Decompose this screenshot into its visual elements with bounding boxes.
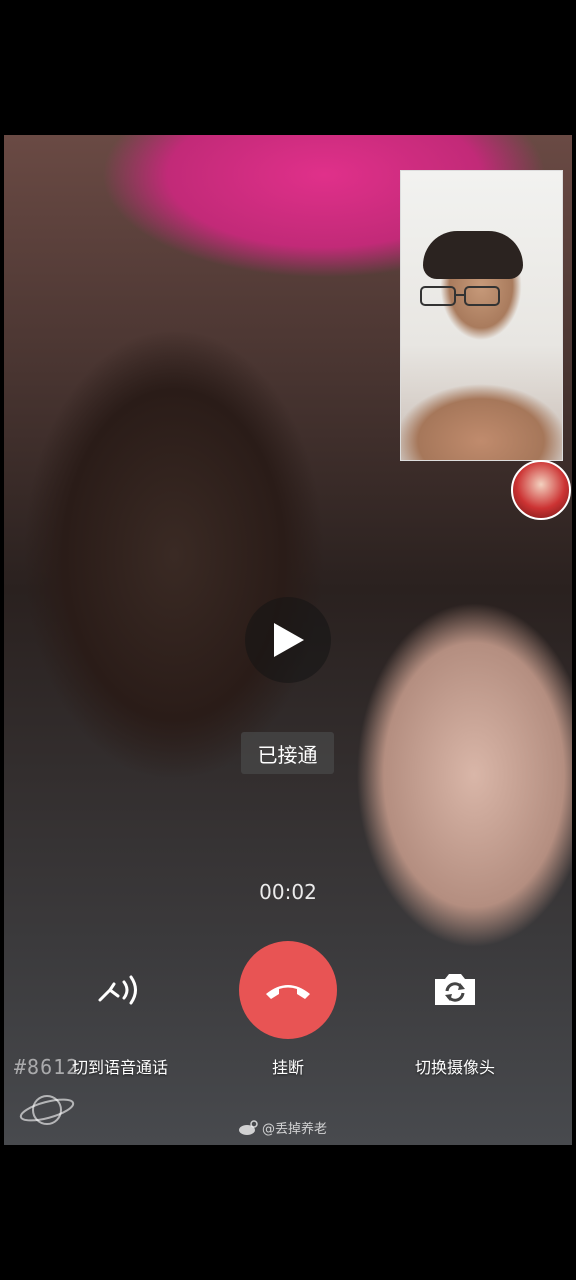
switch-camera-button[interactable]: 切换摄像头 bbox=[365, 940, 545, 1078]
self-preview-hair bbox=[423, 231, 523, 279]
weibo-watermark: @丢掉养老 bbox=[238, 1118, 327, 1137]
self-preview-glasses bbox=[420, 286, 500, 306]
hangup-label: 挂断 bbox=[271, 1058, 304, 1077]
voice-wave-icon bbox=[98, 975, 137, 1005]
camera-switch-icon bbox=[435, 974, 475, 1005]
switch-camera-label: 切换摄像头 bbox=[414, 1058, 495, 1077]
call-status-toast: 已接通 bbox=[241, 732, 334, 774]
hangup-button[interactable]: 挂断 bbox=[198, 940, 378, 1078]
play-icon bbox=[274, 623, 304, 657]
weibo-logo-icon bbox=[239, 1119, 258, 1135]
planet-logo-icon bbox=[19, 1095, 75, 1125]
weibo-handle: @丢掉养老 bbox=[262, 1122, 328, 1137]
phone-hangup-icon bbox=[266, 985, 310, 999]
play-button[interactable] bbox=[245, 597, 331, 683]
self-preview-video[interactable] bbox=[400, 170, 563, 461]
watermark-tag: #8612 bbox=[14, 1055, 80, 1079]
avatar-sticker bbox=[511, 460, 571, 520]
call-timer: 00:02 bbox=[259, 880, 317, 904]
